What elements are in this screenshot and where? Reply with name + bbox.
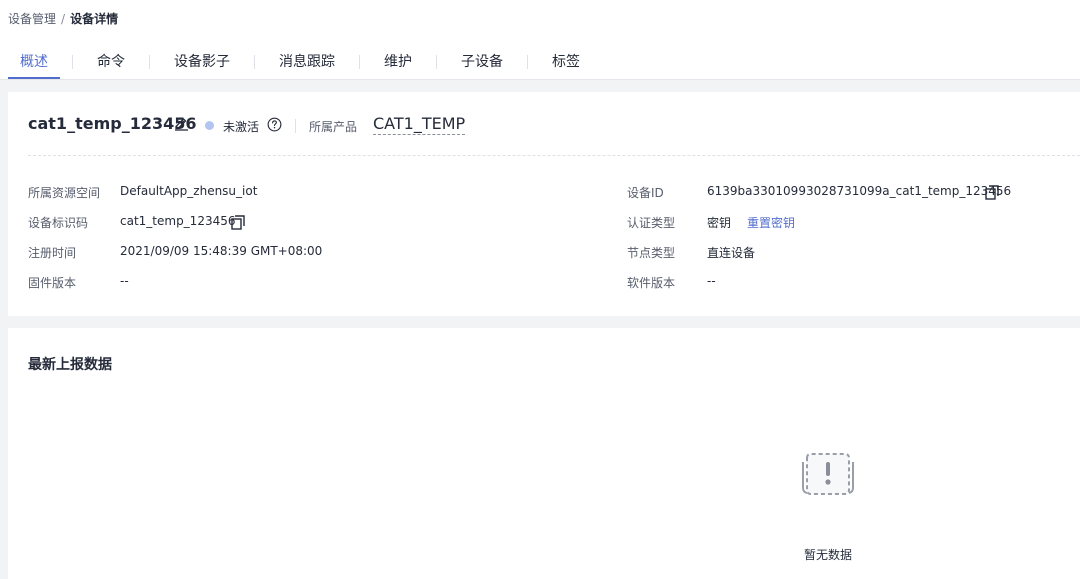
resource-space-label: 所属资源空间 bbox=[28, 186, 101, 200]
product-label: 所属产品 bbox=[309, 120, 358, 134]
reset-key-link[interactable]: 重置密钥 bbox=[747, 214, 795, 231]
tab-sub-devices[interactable]: 子设备 bbox=[449, 52, 515, 79]
section-divider bbox=[28, 155, 1080, 156]
tab-divider bbox=[436, 55, 437, 69]
tab-overview[interactable]: 概述 bbox=[8, 52, 60, 79]
node-id-value: cat1_temp_123456 bbox=[120, 214, 236, 228]
register-time-label: 注册时间 bbox=[28, 246, 77, 260]
status-dot bbox=[205, 121, 214, 130]
latest-data-card: 最新上报数据 暂无数据 bbox=[8, 328, 1080, 579]
node-type-value: 直连设备 bbox=[707, 246, 756, 260]
vertical-divider bbox=[295, 119, 296, 133]
auth-type-value: 密钥 bbox=[707, 216, 732, 230]
product-link[interactable]: CAT1_TEMP bbox=[373, 114, 466, 135]
edit-icon[interactable] bbox=[173, 115, 189, 131]
tab-divider bbox=[527, 55, 528, 69]
tab-device-shadow[interactable]: 设备影子 bbox=[162, 52, 242, 79]
tab-divider bbox=[72, 55, 73, 69]
resource-space-value: DefaultApp_zhensu_iot bbox=[120, 184, 258, 198]
node-type-label: 节点类型 bbox=[627, 246, 676, 260]
tab-divider bbox=[254, 55, 255, 69]
device-info-card: cat1_temp_123456 未激活 所属产品 CAT1_TEMP 所属资源… bbox=[8, 92, 1080, 316]
firmware-version-value: -- bbox=[120, 274, 129, 288]
tab-maintenance[interactable]: 维护 bbox=[372, 52, 424, 79]
tab-tags[interactable]: 标签 bbox=[540, 52, 592, 79]
breadcrumb: 设备管理 / 设备详情 bbox=[8, 10, 118, 27]
tab-commands[interactable]: 命令 bbox=[85, 52, 137, 79]
tab-divider bbox=[359, 55, 360, 69]
copy-icon[interactable] bbox=[230, 214, 246, 230]
firmware-version-label: 固件版本 bbox=[28, 276, 77, 290]
latest-data-title: 最新上报数据 bbox=[28, 357, 112, 373]
device-id-label: 设备ID bbox=[627, 186, 664, 200]
breadcrumb-separator: / bbox=[61, 12, 66, 26]
device-id-value: 6139ba33010993028731099a_cat1_temp_12345… bbox=[707, 184, 1012, 198]
device-name: cat1_temp_123456 bbox=[28, 114, 197, 133]
question-circle-icon[interactable] bbox=[267, 117, 282, 132]
status-badge: 未激活 bbox=[223, 120, 260, 134]
software-version-label: 软件版本 bbox=[627, 276, 676, 290]
tab-divider bbox=[149, 55, 150, 69]
copy-icon[interactable] bbox=[984, 184, 1000, 200]
software-version-value: -- bbox=[707, 274, 716, 288]
page-header: 设备管理 / 设备详情 概述 命令 设备影子 消息跟踪 维护 子设备 标签 bbox=[0, 0, 1080, 80]
tab-bar: 概述 命令 设备影子 消息跟踪 维护 子设备 标签 bbox=[8, 52, 592, 79]
empty-box-icon bbox=[802, 453, 854, 495]
breadcrumb-parent[interactable]: 设备管理 bbox=[8, 12, 56, 26]
tab-message-trace[interactable]: 消息跟踪 bbox=[267, 52, 347, 79]
register-time-value: 2021/09/09 15:48:39 GMT+08:00 bbox=[120, 244, 323, 258]
node-id-label: 设备标识码 bbox=[28, 216, 89, 230]
empty-state-text: 暂无数据 bbox=[804, 548, 853, 562]
breadcrumb-current: 设备详情 bbox=[70, 12, 119, 26]
auth-type-label: 认证类型 bbox=[627, 216, 676, 230]
